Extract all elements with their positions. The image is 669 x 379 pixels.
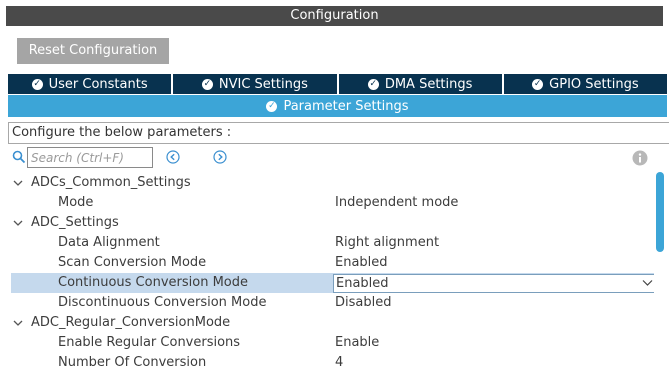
group-label: ADC_Regular_ConversionMode (31, 315, 231, 330)
param-row-enable-regular-conversions[interactable]: Enable Regular Conversions Enable (11, 333, 654, 353)
tab-bar: ✓ User Constants ✓ NVIC Settings ✓ DMA S… (8, 74, 667, 94)
check-circle-icon: ✓ (266, 100, 278, 112)
param-value[interactable]: Independent mode (335, 193, 458, 213)
search-row (10, 147, 665, 169)
param-value[interactable]: Enabled (335, 253, 388, 273)
check-circle-icon: ✓ (532, 78, 544, 90)
param-row-continuous-conversion-mode[interactable]: Continuous Conversion Mode Enabled (11, 273, 654, 293)
chevron-down-icon[interactable] (13, 319, 23, 327)
group-adc-settings[interactable]: ADC_Settings (11, 213, 654, 233)
group-label: ADCs_Common_Settings (31, 175, 191, 190)
param-row-mode[interactable]: Mode Independent mode (11, 193, 654, 213)
param-value-dropdown[interactable]: Enabled (333, 274, 654, 293)
param-label: Data Alignment (58, 235, 160, 250)
param-row-number-of-conversion[interactable]: Number Of Conversion 4 (11, 353, 654, 373)
configure-instructions: Configure the below parameters : (8, 122, 669, 144)
tab-label: GPIO Settings (549, 76, 639, 92)
search-input[interactable] (27, 147, 153, 168)
tab-gpio-settings[interactable]: ✓ GPIO Settings (503, 74, 667, 94)
search-icon (12, 150, 26, 164)
param-label: Enable Regular Conversions (58, 335, 241, 350)
param-value[interactable]: 4 (335, 353, 343, 373)
vertical-scrollbar[interactable] (656, 172, 664, 379)
check-circle-icon: ✓ (201, 78, 213, 90)
param-label: Scan Conversion Mode (58, 255, 207, 270)
scrollbar-thumb[interactable] (656, 172, 664, 252)
arrow-right-circle-icon[interactable] (213, 150, 227, 164)
param-value[interactable]: Enable (335, 333, 379, 353)
arrow-left-circle-icon[interactable] (166, 150, 180, 164)
info-icon[interactable] (632, 150, 648, 166)
parameter-tree: ADCs_Common_Settings Mode Independent mo… (11, 173, 654, 379)
param-value[interactable]: Disabled (335, 293, 391, 313)
tab-label: User Constants (48, 76, 148, 92)
tab-user-constants[interactable]: ✓ User Constants (8, 74, 174, 94)
tab-nvic-settings[interactable]: ✓ NVIC Settings (173, 74, 339, 94)
param-row-discontinuous-conversion-mode[interactable]: Discontinuous Conversion Mode Disabled (11, 293, 654, 313)
param-value[interactable]: Right alignment (335, 233, 439, 253)
check-circle-icon: ✓ (367, 78, 379, 90)
window-title: Configuration (6, 6, 663, 26)
param-label: Mode (58, 195, 94, 210)
chevron-down-icon[interactable] (13, 179, 23, 187)
tab-label: Parameter Settings (283, 98, 409, 114)
reset-configuration-button[interactable]: Reset Configuration (17, 38, 169, 64)
param-label: Continuous Conversion Mode (58, 275, 248, 290)
param-row-scan-conversion-mode[interactable]: Scan Conversion Mode Enabled (11, 253, 654, 273)
dropdown-selected-value: Enabled (336, 276, 389, 291)
param-row-data-alignment[interactable]: Data Alignment Right alignment (11, 233, 654, 253)
tab-label: NVIC Settings (218, 76, 308, 92)
group-adc-regular-conversionmode[interactable]: ADC_Regular_ConversionMode (11, 313, 654, 333)
tab-parameter-settings[interactable]: ✓ Parameter Settings (8, 95, 667, 117)
group-adcs-common-settings[interactable]: ADCs_Common_Settings (11, 173, 654, 193)
param-label: Number Of Conversion (58, 355, 207, 370)
tab-dma-settings[interactable]: ✓ DMA Settings (338, 74, 504, 94)
tab-label: DMA Settings (384, 76, 473, 92)
chevron-down-icon[interactable] (13, 219, 23, 227)
check-circle-icon: ✓ (31, 78, 43, 90)
param-label: Discontinuous Conversion Mode (58, 295, 267, 310)
chevron-down-icon[interactable] (642, 279, 653, 287)
group-label: ADC_Settings (31, 215, 119, 230)
